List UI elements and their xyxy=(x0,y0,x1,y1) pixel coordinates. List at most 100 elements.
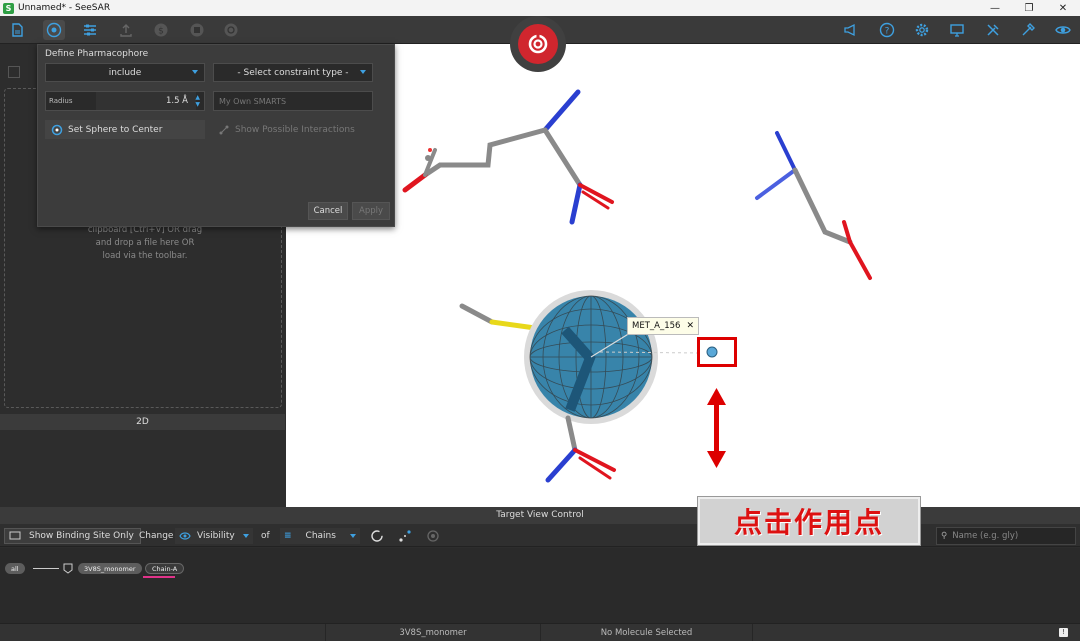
target-circle-icon xyxy=(224,23,238,37)
show-binding-site-label: Show Binding Site Only xyxy=(29,531,134,541)
monitor-icon xyxy=(950,24,964,37)
eye-icon xyxy=(179,532,191,540)
announcements-button[interactable] xyxy=(840,20,862,40)
name-search-placeholder: Name (e.g. gly) xyxy=(952,531,1019,541)
3d-viewport[interactable] xyxy=(286,44,1080,507)
pill-chain-a[interactable]: Chain-A xyxy=(145,563,185,574)
window-title: Unnamed* - SeeSAR xyxy=(18,3,111,13)
chevron-down-icon xyxy=(192,70,198,74)
dialog-title: Define Pharmacophore xyxy=(45,49,149,59)
name-search-input[interactable]: ⚲ Name (e.g. gly) xyxy=(936,527,1076,545)
pill-all[interactable]: all xyxy=(5,563,25,574)
eye-icon xyxy=(1055,26,1071,34)
square-circle-icon xyxy=(190,23,204,37)
status-bar: 3V8S_monomer No Molecule Selected ! xyxy=(0,623,1080,641)
change-label: Change xyxy=(139,531,174,541)
notification-icon[interactable]: ! xyxy=(1059,628,1068,637)
radius-field[interactable]: Radius 1.5 Å ▲ ▼ xyxy=(45,91,205,111)
frame-icon xyxy=(9,531,21,540)
chevron-down-icon xyxy=(360,70,366,74)
of-label: of xyxy=(261,531,270,541)
tools-icon xyxy=(987,24,999,36)
status-molecule: 3V8S_monomer xyxy=(325,624,540,641)
set-sphere-label: Set Sphere to Center xyxy=(68,124,163,135)
chains-value: Chains xyxy=(305,531,336,541)
residue-label-text: MET_A_156 xyxy=(632,321,681,331)
analyze-button[interactable] xyxy=(220,20,242,40)
show-binding-site-only-button[interactable]: Show Binding Site Only xyxy=(4,528,141,544)
chains-tree-area: all 3V8S_monomer Chain-A xyxy=(0,548,1080,623)
molecule-circle-icon xyxy=(46,22,62,38)
show-possible-interactions-button[interactable]: Show Possible Interactions xyxy=(218,120,355,139)
interaction-point-highlight xyxy=(697,337,737,367)
protein-icon xyxy=(63,563,73,574)
settings-sliders-button[interactable] xyxy=(79,20,101,40)
restore-button[interactable]: ❐ xyxy=(1012,0,1046,16)
tree-connector xyxy=(33,568,59,569)
status-selection: No Molecule Selected xyxy=(540,624,752,641)
visibility-button[interactable] xyxy=(1052,20,1074,40)
residue-label: MET_A_156 ✕ xyxy=(627,317,699,335)
wrench-icon xyxy=(1022,23,1035,36)
seesar-app-icon: S xyxy=(3,2,14,14)
chain-selected-underline xyxy=(143,576,175,578)
drop-text-line: load via the toolbar. xyxy=(102,251,188,261)
set-sphere-to-center-button[interactable]: Set Sphere to Center xyxy=(45,120,205,139)
show-interactions-label: Show Possible Interactions xyxy=(235,124,355,135)
svg-text:?: ? xyxy=(885,27,890,37)
document-button[interactable] xyxy=(6,20,28,40)
smarts-input[interactable]: My Own SMARTS xyxy=(213,91,373,111)
help-button[interactable]: ? xyxy=(876,20,898,40)
visibility-select[interactable]: Visibility xyxy=(175,528,253,544)
settings-button[interactable] xyxy=(911,20,933,40)
status-spacer xyxy=(752,624,1052,641)
score-button[interactable]: $ xyxy=(150,20,172,40)
gear-icon xyxy=(915,23,929,37)
refresh-icon xyxy=(371,530,383,542)
export-button[interactable] xyxy=(115,20,137,40)
drop-text-line: and drop a file here OR xyxy=(95,238,195,248)
edit-tools-button[interactable] xyxy=(1017,20,1039,40)
radius-value: 1.5 Å xyxy=(165,96,188,106)
window-controls: — ❐ ✕ xyxy=(978,0,1080,16)
molecule-scene[interactable] xyxy=(286,44,1080,507)
search-icon: ⚲ xyxy=(941,531,948,541)
display-button[interactable] xyxy=(946,20,968,40)
interactions-icon xyxy=(219,125,229,134)
megaphone-icon xyxy=(844,23,855,37)
radius-spinner-icon[interactable]: ▲ ▼ xyxy=(195,94,200,108)
tools-button[interactable] xyxy=(982,20,1004,40)
annotation-text: 点击作用点 xyxy=(733,506,884,539)
minimize-button[interactable]: — xyxy=(978,0,1012,16)
apply-button[interactable]: Apply xyxy=(352,202,390,220)
constraint-type-select[interactable]: - Select constraint type - xyxy=(213,63,373,82)
cancel-button[interactable]: Cancel xyxy=(308,202,348,220)
chains-select[interactable]: ≡ Chains xyxy=(280,528,360,544)
surface-button[interactable] xyxy=(426,528,440,544)
define-pharmacophore-dialog: Define Pharmacophore include - Select co… xyxy=(37,44,395,227)
points-button[interactable] xyxy=(398,528,412,544)
dollar-circle-icon: $ xyxy=(154,23,168,37)
reset-view-button[interactable] xyxy=(370,528,384,544)
power-target-icon xyxy=(528,33,548,54)
chevron-down-icon xyxy=(350,534,356,538)
pill-3v8s-monomer[interactable]: 3V8S_monomer xyxy=(78,563,142,574)
chains-icon: ≡ xyxy=(284,531,292,541)
seesar-center-logo[interactable] xyxy=(510,16,566,72)
title-bar: S Unnamed* - SeeSAR — ❐ ✕ xyxy=(0,0,1080,16)
document-icon xyxy=(12,23,23,37)
chevron-down-icon xyxy=(243,534,249,538)
panel-2d-label[interactable]: 2D xyxy=(0,414,285,430)
constraint-type-value: - Select constraint type - xyxy=(237,67,349,78)
filter-button[interactable] xyxy=(186,20,208,40)
close-window-button[interactable]: ✕ xyxy=(1046,0,1080,16)
surface-icon xyxy=(427,530,439,542)
include-mode-select[interactable]: include xyxy=(45,63,205,82)
svg-text:$: $ xyxy=(158,27,164,37)
question-icon: ? xyxy=(879,22,895,38)
calculator-icon[interactable] xyxy=(8,66,20,78)
binding-site-mode-button[interactable] xyxy=(43,20,65,40)
close-icon[interactable]: ✕ xyxy=(686,321,694,331)
smarts-placeholder: My Own SMARTS xyxy=(219,97,287,106)
radius-label: Radius xyxy=(49,97,73,105)
